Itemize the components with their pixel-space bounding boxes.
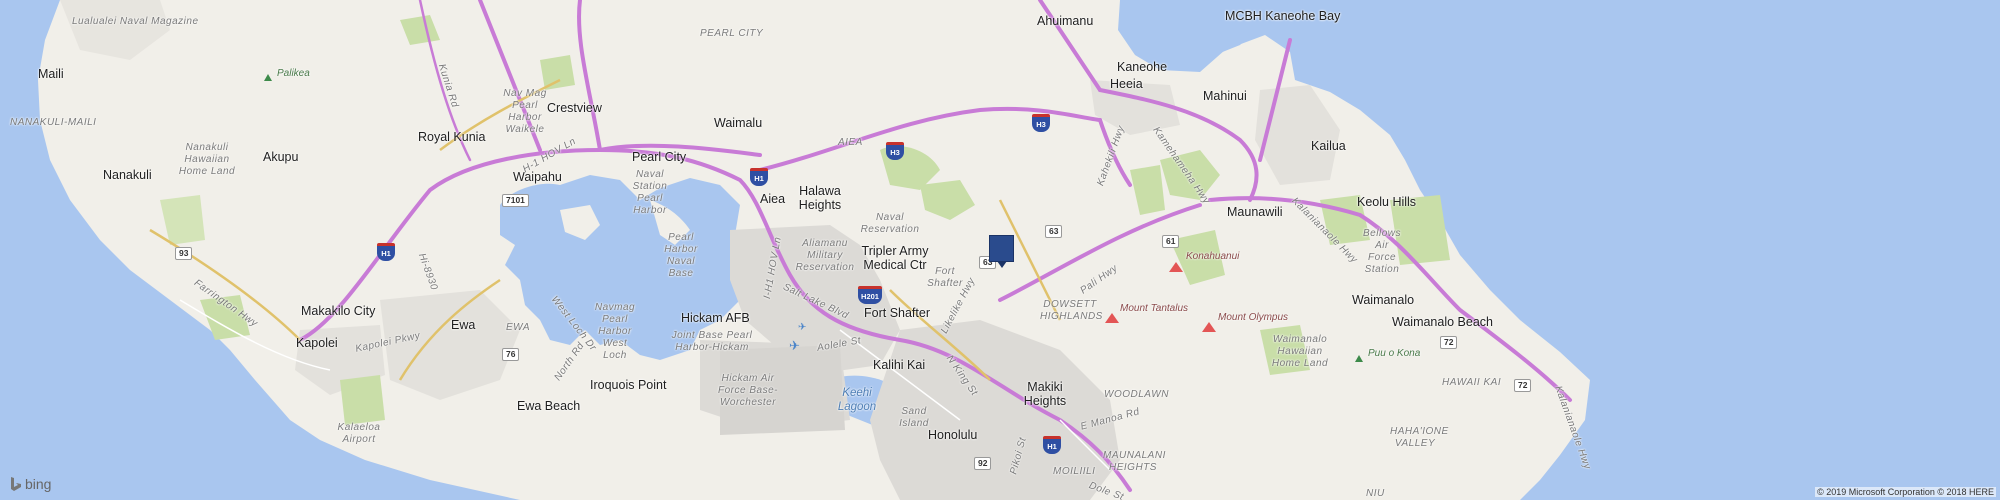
label-pearl-city-area: PEARL CITY (700, 28, 764, 39)
label-mount-tantalus: Mount Tantalus (1120, 303, 1189, 314)
label-kailua: Kailua (1311, 139, 1346, 153)
label-waipahu: Waipahu (513, 170, 562, 184)
label-navmag-west-loch: Navmag Pearl Harbor West Loch (594, 302, 636, 361)
peak-mount-tantalus-icon (1105, 313, 1119, 323)
label-ewa-area: EWA (506, 322, 531, 333)
label-sand-island: Sand Island (899, 406, 929, 429)
label-naval-station: Naval Station Pearl Harbor (632, 169, 668, 216)
label-keehi-lagoon: Keehi Lagoon (837, 387, 877, 413)
bing-wordmark: bing (25, 476, 52, 492)
label-akupu: Akupu (263, 150, 299, 164)
label-nanakuli-maili: NANAKULI-MAILI (10, 117, 97, 128)
airport-icon: ✈ (789, 338, 800, 353)
label-dowsett: DOWSETT HIGHLANDS (1040, 299, 1103, 322)
label-woodlawn: WOODLAWN (1104, 389, 1169, 400)
interstate-h201-shield: H201 (858, 286, 882, 304)
label-fort-shafter-area: Fort Shafter (927, 266, 963, 289)
airport-icon: ✈ (798, 322, 807, 333)
interstate-h3-shield: H3 (886, 142, 904, 160)
interstate-h1-shield: H1 (750, 168, 768, 186)
peak-mount-olympus-icon (1202, 322, 1216, 332)
label-royal-kunia: Royal Kunia (418, 130, 486, 144)
label-jbphh: Joint Base Pearl Harbor-Hickam (671, 330, 753, 353)
route-63-shield: 63 (1045, 225, 1063, 238)
label-aliamanu: Aliamanu Military Reservation (795, 238, 855, 273)
interstate-h3-shield: H3 (1032, 114, 1050, 132)
route-76-shield: 76 (502, 348, 520, 361)
route-7101-shield: 7101 (502, 194, 529, 207)
label-heeia: Heeia (1110, 77, 1143, 91)
map-canvas[interactable]: Lualualei Naval Magazine Maili NANAKULI-… (0, 0, 2000, 500)
label-aiea-area: AIEA (838, 137, 863, 148)
property-marker-pin[interactable] (989, 235, 1014, 268)
label-hawaii-kai: HAWAII KAI (1442, 377, 1502, 388)
label-halawa-heights: Halawa Heights (798, 184, 842, 212)
label-hickam-worchester: Hickam Air Force Base-Worchester (718, 373, 778, 408)
label-mcbh: MCBH Kaneohe Bay (1225, 9, 1341, 23)
label-kapolei: Kapolei (296, 336, 338, 350)
park-tree-icon (264, 74, 272, 81)
label-maili: Maili (38, 67, 64, 81)
interstate-h1-shield: H1 (377, 243, 395, 261)
label-kaneohe: Kaneohe (1117, 60, 1168, 74)
label-mount-olympus: Mount Olympus (1218, 312, 1289, 323)
label-waimanalo: Waimanalo (1352, 293, 1415, 307)
label-ewa: Ewa (451, 318, 476, 332)
label-pearl-harbor-naval-base: Pearl Harbor Naval Base (664, 232, 698, 279)
label-iroquois-point: Iroquois Point (590, 378, 667, 392)
label-honolulu: Honolulu (928, 428, 978, 442)
label-hickam-afb: Hickam AFB (681, 311, 750, 325)
label-moiliili: MOILIILI (1053, 466, 1096, 477)
label-makiki-heights: Makiki Heights (1023, 380, 1067, 408)
label-lualualei: Lualualei Naval Magazine (72, 16, 199, 27)
label-hahaione: HAHA'IONE VALLEY (1390, 426, 1449, 449)
route-93-shield: 93 (175, 247, 193, 260)
label-bellows: Bellows Air Force Station (1363, 228, 1401, 275)
label-kalaeloa: Kalaeloa Airport (337, 422, 381, 445)
label-tripler: Tripler Army Medical Ctr (861, 244, 929, 272)
label-pearl-city: Pearl City (632, 150, 687, 164)
label-mahinui: Mahinui (1203, 89, 1247, 103)
copyright-notice: © 2019 Microsoft Corporation © 2018 HERE (1815, 487, 1996, 497)
bing-logo[interactable]: bing (10, 476, 51, 492)
label-maunalani: MAUNALANI HEIGHTS (1103, 450, 1166, 473)
label-waimanalo-beach: Waimanalo Beach (1392, 315, 1493, 329)
label-ahuimanu: Ahuimanu (1037, 14, 1094, 28)
label-puu-o-kona: Puu o Kona (1368, 348, 1421, 359)
label-konahuanui: Konahuanui (1186, 251, 1240, 262)
label-aiea: Aiea (760, 192, 786, 206)
label-makakilo-city: Makakilo City (301, 304, 376, 318)
label-maunawili: Maunawili (1227, 205, 1283, 219)
label-naval-reservation: Naval Reservation (860, 212, 920, 235)
route-72-shield: 72 (1514, 379, 1532, 392)
route-61-shield: 61 (1162, 235, 1180, 248)
label-waimalu: Waimalu (714, 116, 763, 130)
label-crestview: Crestview (547, 101, 602, 115)
label-waimanalo-hhl: Waimanalo Hawaiian Home Land (1271, 334, 1329, 369)
bing-b-icon (11, 477, 21, 491)
label-palikea: Palikea (277, 68, 310, 79)
label-niu: NIU (1366, 488, 1385, 499)
label-nanakuli-hhl: Nanakuli Hawaiian Home Land (178, 142, 236, 177)
peak-konahuanui-icon (1169, 262, 1183, 272)
route-92-shield: 92 (974, 457, 992, 470)
route-72-shield: 72 (1440, 336, 1458, 349)
label-nanakuli: Nanakuli (103, 168, 152, 182)
label-navmag-waikele: Nav Mag Pearl Harbor Waikele (503, 88, 547, 135)
label-ewa-beach: Ewa Beach (517, 399, 581, 413)
label-kalihi-kai: Kalihi Kai (873, 358, 926, 372)
interstate-h1-shield: H1 (1043, 436, 1061, 454)
park-tree-icon (1355, 355, 1363, 362)
label-keolu-hills: Keolu Hills (1357, 195, 1417, 209)
label-fort-shafter: Fort Shafter (864, 306, 930, 320)
